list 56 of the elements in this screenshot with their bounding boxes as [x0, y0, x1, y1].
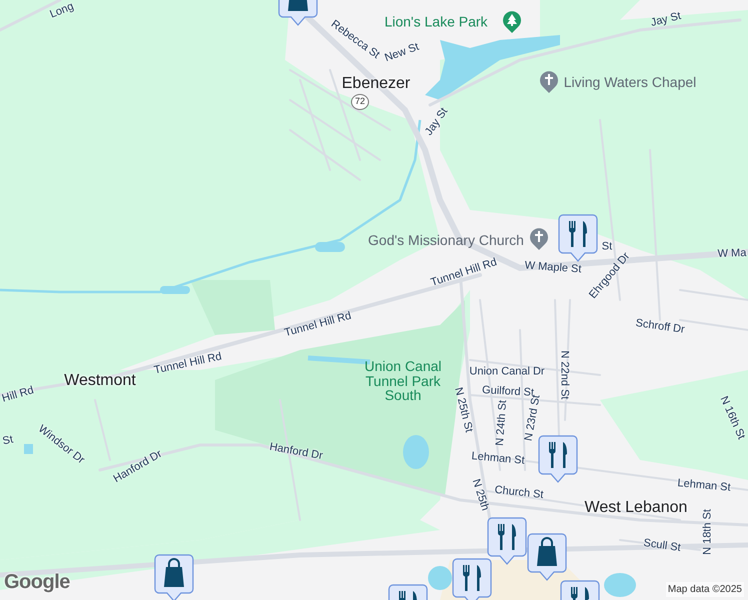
street-label: Union Canal Dr — [469, 366, 545, 378]
street-label: Hill Rd — [0, 385, 36, 405]
street-label: N 25th — [470, 478, 490, 512]
pond — [160, 286, 190, 294]
poi-label: God's Missionary Church — [368, 233, 524, 247]
shopping-bag-icon — [537, 537, 557, 566]
street-label: Tunnel Hill Rd — [153, 351, 223, 377]
town-label: Ebenezer — [342, 76, 410, 92]
street-label: W Maple St — [524, 260, 582, 276]
pond — [428, 566, 452, 590]
street-label: Jay St — [650, 10, 682, 30]
cross-icon[interactable] — [539, 70, 559, 94]
fork-and-knife-icon — [399, 591, 417, 600]
pond — [403, 435, 429, 469]
street-label: W Ma — [717, 248, 747, 260]
town-label: Westmont — [64, 373, 136, 389]
map-logo: Google — [4, 570, 70, 595]
street-label: Long — [48, 1, 76, 21]
pond — [24, 444, 33, 454]
street-label: Lehman St — [677, 478, 731, 494]
street-label: N 24th St — [494, 400, 510, 446]
fork-and-knife-icon — [463, 565, 481, 591]
street-label: N 23rd St — [524, 394, 542, 442]
shopping-bag-icon — [288, 0, 308, 11]
poi-label: Lion's Lake Park — [384, 14, 488, 30]
fork-and-knife-icon — [571, 587, 589, 600]
street-label: N 25th St — [452, 386, 474, 434]
town-label: West Lebanon — [584, 500, 688, 516]
street-label: Tunnel Hill Rd — [283, 310, 353, 340]
street-label: Jay St — [424, 106, 450, 138]
street-label: Hanford Dr — [268, 442, 324, 462]
street-label: N 16th St — [718, 394, 746, 442]
cross-icon[interactable] — [529, 227, 549, 251]
map-attribution: Map data ©2025 — [666, 582, 744, 597]
street-label: Schroff Dr — [634, 318, 686, 336]
poi-label: Union Canal Tunnel Park South — [363, 358, 443, 404]
street-label: N 22nd St — [558, 350, 570, 400]
fork-and-knife-icon — [569, 221, 587, 247]
street-label: Scull St — [642, 538, 682, 554]
shopping-bag-icon — [164, 558, 184, 587]
restaurant-marker[interactable] — [452, 558, 492, 600]
poi-label: Living Waters Chapel — [564, 75, 696, 89]
street-label: Church St — [494, 484, 544, 502]
shop-marker[interactable] — [154, 554, 194, 600]
street-label: St — [602, 242, 612, 252]
street-label: N 18th St — [702, 509, 714, 555]
street-label: Tunnel Hill Rd — [430, 257, 498, 289]
fork-and-knife-icon — [549, 442, 567, 468]
fork-and-knife-icon — [498, 524, 516, 550]
road — [679, 289, 748, 301]
pond — [315, 242, 345, 252]
street-label: New St — [383, 42, 421, 64]
pond — [604, 573, 636, 597]
street-label: Lehman St — [471, 451, 525, 467]
tree-icon[interactable] — [502, 10, 522, 34]
street-label: St — [2, 434, 14, 448]
